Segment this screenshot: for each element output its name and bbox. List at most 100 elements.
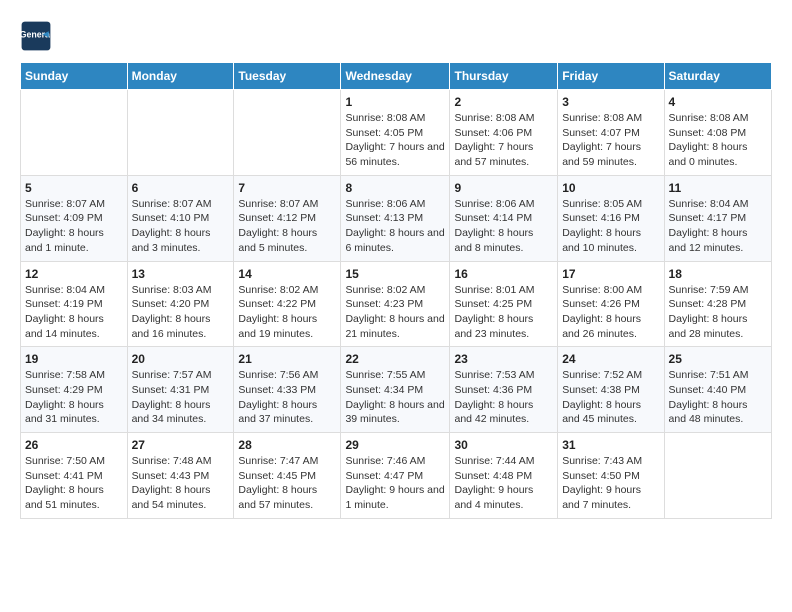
day-info: Sunrise: 7:55 AMSunset: 4:34 PMDaylight:… — [345, 368, 445, 427]
day-number: 6 — [132, 181, 230, 195]
day-info: Sunrise: 8:03 AMSunset: 4:20 PMDaylight:… — [132, 283, 230, 342]
logo-icon: General — [20, 20, 52, 52]
day-number: 5 — [25, 181, 123, 195]
day-info: Sunrise: 7:58 AMSunset: 4:29 PMDaylight:… — [25, 368, 123, 427]
calendar-cell-1-4: 9 Sunrise: 8:06 AMSunset: 4:14 PMDaylight… — [450, 175, 558, 261]
day-number: 3 — [562, 95, 659, 109]
header: General — [20, 20, 772, 52]
day-number: 28 — [238, 438, 336, 452]
calendar-cell-1-5: 10 Sunrise: 8:05 AMSunset: 4:16 PMDayligh… — [558, 175, 664, 261]
day-number: 25 — [669, 352, 767, 366]
day-number: 31 — [562, 438, 659, 452]
calendar-cell-3-2: 21 Sunrise: 7:56 AMSunset: 4:33 PMDayligh… — [234, 347, 341, 433]
calendar-cell-2-6: 18Sunrise: 7:59 AMSunset: 4:28 PMDayligh… — [664, 261, 771, 347]
calendar-cell-1-3: 8 Sunrise: 8:06 AMSunset: 4:13 PMDaylight… — [341, 175, 450, 261]
calendar-cell-2-3: 15Sunrise: 8:02 AMSunset: 4:23 PMDayligh… — [341, 261, 450, 347]
calendar-cell-4-6 — [664, 433, 771, 519]
header-day-saturday: Saturday — [664, 63, 771, 90]
calendar-cell-1-1: 6 Sunrise: 8:07 AMSunset: 4:10 PMDaylight… — [127, 175, 234, 261]
day-info: Sunrise: 8:07 AMSunset: 4:10 PMDaylight:… — [132, 197, 230, 256]
calendar-cell-3-6: 25 Sunrise: 7:51 AMSunset: 4:40 PMDayligh… — [664, 347, 771, 433]
logo: General — [20, 20, 56, 52]
day-info: Sunrise: 7:46 AMSunset: 4:47 PMDaylight:… — [345, 454, 445, 513]
day-info: Sunrise: 8:01 AMSunset: 4:25 PMDaylight:… — [454, 283, 553, 342]
header-day-thursday: Thursday — [450, 63, 558, 90]
day-info: Sunrise: 8:08 AMSunset: 4:05 PMDaylight:… — [345, 111, 445, 170]
calendar-cell-2-4: 16 Sunrise: 8:01 AMSunset: 4:25 PMDayligh… — [450, 261, 558, 347]
day-number: 12 — [25, 267, 123, 281]
calendar-cell-2-2: 14 Sunrise: 8:02 AMSunset: 4:22 PMDayligh… — [234, 261, 341, 347]
header-day-monday: Monday — [127, 63, 234, 90]
day-number: 15 — [345, 267, 445, 281]
calendar-cell-0-0 — [21, 90, 128, 176]
calendar-cell-3-1: 20 Sunrise: 7:57 AMSunset: 4:31 PMDayligh… — [127, 347, 234, 433]
day-info: Sunrise: 7:43 AMSunset: 4:50 PMDaylight:… — [562, 454, 659, 513]
day-number: 21 — [238, 352, 336, 366]
day-number: 2 — [454, 95, 553, 109]
day-number: 20 — [132, 352, 230, 366]
calendar-cell-4-4: 30Sunrise: 7:44 AMSunset: 4:48 PMDayligh… — [450, 433, 558, 519]
day-number: 23 — [454, 352, 553, 366]
day-number: 18 — [669, 267, 767, 281]
day-info: Sunrise: 8:02 AMSunset: 4:22 PMDaylight:… — [238, 283, 336, 342]
calendar-cell-1-0: 5 Sunrise: 8:07 AMSunset: 4:09 PMDaylight… — [21, 175, 128, 261]
header-day-sunday: Sunday — [21, 63, 128, 90]
day-info: Sunrise: 8:04 AMSunset: 4:19 PMDaylight:… — [25, 283, 123, 342]
calendar-cell-4-2: 28 Sunrise: 7:47 AMSunset: 4:45 PMDayligh… — [234, 433, 341, 519]
day-number: 1 — [345, 95, 445, 109]
day-info: Sunrise: 8:04 AMSunset: 4:17 PMDaylight:… — [669, 197, 767, 256]
day-number: 8 — [345, 181, 445, 195]
calendar-week-2: 5 Sunrise: 8:07 AMSunset: 4:09 PMDaylight… — [21, 175, 772, 261]
calendar-week-1: 1 Sunrise: 8:08 AMSunset: 4:05 PMDaylight… — [21, 90, 772, 176]
day-info: Sunrise: 8:06 AMSunset: 4:13 PMDaylight:… — [345, 197, 445, 256]
day-number: 9 — [454, 181, 553, 195]
calendar-cell-0-1 — [127, 90, 234, 176]
day-info: Sunrise: 7:44 AMSunset: 4:48 PMDaylight:… — [454, 454, 553, 513]
day-number: 4 — [669, 95, 767, 109]
day-info: Sunrise: 7:51 AMSunset: 4:40 PMDaylight:… — [669, 368, 767, 427]
calendar-cell-2-0: 12 Sunrise: 8:04 AMSunset: 4:19 PMDayligh… — [21, 261, 128, 347]
calendar-cell-0-5: 3Sunrise: 8:08 AMSunset: 4:07 PMDaylight… — [558, 90, 664, 176]
calendar-cell-1-2: 7Sunrise: 8:07 AMSunset: 4:12 PMDaylight… — [234, 175, 341, 261]
calendar-cell-0-3: 1 Sunrise: 8:08 AMSunset: 4:05 PMDaylight… — [341, 90, 450, 176]
calendar-cell-1-6: 11 Sunrise: 8:04 AMSunset: 4:17 PMDayligh… — [664, 175, 771, 261]
day-number: 27 — [132, 438, 230, 452]
day-number: 19 — [25, 352, 123, 366]
day-number: 22 — [345, 352, 445, 366]
calendar-cell-3-3: 22 Sunrise: 7:55 AMSunset: 4:34 PMDayligh… — [341, 347, 450, 433]
day-number: 29 — [345, 438, 445, 452]
calendar-cell-4-5: 31 Sunrise: 7:43 AMSunset: 4:50 PMDayligh… — [558, 433, 664, 519]
day-info: Sunrise: 7:48 AMSunset: 4:43 PMDaylight:… — [132, 454, 230, 513]
day-number: 13 — [132, 267, 230, 281]
day-info: Sunrise: 8:07 AMSunset: 4:12 PMDaylight:… — [238, 197, 336, 256]
header-day-tuesday: Tuesday — [234, 63, 341, 90]
day-number: 16 — [454, 267, 553, 281]
day-info: Sunrise: 7:57 AMSunset: 4:31 PMDaylight:… — [132, 368, 230, 427]
day-info: Sunrise: 7:56 AMSunset: 4:33 PMDaylight:… — [238, 368, 336, 427]
calendar-cell-4-0: 26Sunrise: 7:50 AMSunset: 4:41 PMDayligh… — [21, 433, 128, 519]
day-info: Sunrise: 8:06 AMSunset: 4:14 PMDaylight:… — [454, 197, 553, 256]
calendar-cell-0-2 — [234, 90, 341, 176]
day-number: 14 — [238, 267, 336, 281]
calendar-week-5: 26Sunrise: 7:50 AMSunset: 4:41 PMDayligh… — [21, 433, 772, 519]
calendar-cell-0-6: 4 Sunrise: 8:08 AMSunset: 4:08 PMDaylight… — [664, 90, 771, 176]
calendar-cell-4-1: 27 Sunrise: 7:48 AMSunset: 4:43 PMDayligh… — [127, 433, 234, 519]
calendar-cell-2-1: 13 Sunrise: 8:03 AMSunset: 4:20 PMDayligh… — [127, 261, 234, 347]
day-info: Sunrise: 8:07 AMSunset: 4:09 PMDaylight:… — [25, 197, 123, 256]
day-number: 26 — [25, 438, 123, 452]
day-info: Sunrise: 7:47 AMSunset: 4:45 PMDaylight:… — [238, 454, 336, 513]
header-day-wednesday: Wednesday — [341, 63, 450, 90]
day-info: Sunrise: 8:00 AMSunset: 4:26 PMDaylight:… — [562, 283, 659, 342]
calendar-cell-2-5: 17Sunrise: 8:00 AMSunset: 4:26 PMDayligh… — [558, 261, 664, 347]
calendar-cell-0-4: 2Sunrise: 8:08 AMSunset: 4:06 PMDaylight… — [450, 90, 558, 176]
day-info: Sunrise: 7:52 AMSunset: 4:38 PMDaylight:… — [562, 368, 659, 427]
calendar-table: SundayMondayTuesdayWednesdayThursdayFrid… — [20, 62, 772, 519]
day-number: 11 — [669, 181, 767, 195]
day-info: Sunrise: 8:05 AMSunset: 4:16 PMDaylight:… — [562, 197, 659, 256]
page: General SundayMondayTuesdayWednesdayThur… — [0, 0, 792, 529]
day-info: Sunrise: 8:08 AMSunset: 4:08 PMDaylight:… — [669, 111, 767, 170]
calendar-cell-3-0: 19 Sunrise: 7:58 AMSunset: 4:29 PMDayligh… — [21, 347, 128, 433]
day-number: 10 — [562, 181, 659, 195]
calendar-cell-4-3: 29 Sunrise: 7:46 AMSunset: 4:47 PMDayligh… — [341, 433, 450, 519]
day-number: 24 — [562, 352, 659, 366]
